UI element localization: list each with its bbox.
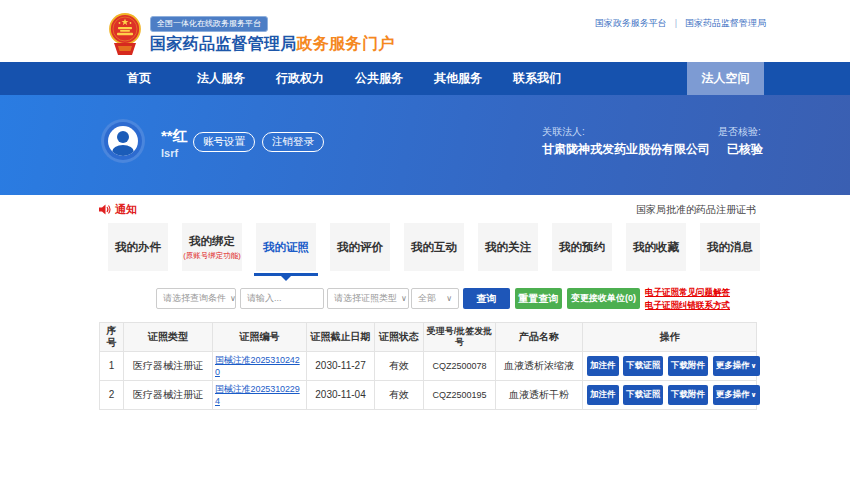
logout-button[interactable]: 注销登录 [262,132,324,152]
download-cert-button[interactable]: 下载证照 [623,356,663,376]
main-nav: 首页 法人服务 行政权力 公共服务 其他服务 联系我们 法人空间 [0,62,850,95]
col-product: 产品名称 [496,323,583,352]
more-actions-button[interactable]: 更多操作∨ [713,385,760,405]
search-button[interactable]: 查询 [463,288,510,309]
cell-index: 1 [100,352,124,381]
faq-link[interactable]: 电子证照常见问题解答 [645,286,765,299]
national-emblem-logo [108,13,142,57]
site-title-accent: 政务服务门户 [297,35,395,52]
chevron-down-icon: ∨ [751,362,757,369]
cell-product: 血液透析浓缩液 [496,352,583,381]
nav-item[interactable]: 公共服务 [355,70,403,87]
nav-item-legal-person-space[interactable]: 法人空间 [687,62,764,95]
cell-expiry: 2030-11-04 [307,381,375,410]
linked-entity-value: 甘肃陇神戎发药业股份有限公司 [542,141,710,158]
cell-index: 2 [100,381,124,410]
change-receiver-button[interactable]: 变更接收单位(0) [567,288,640,309]
link-nmpa[interactable]: 国家药品监督管理局 [685,18,766,28]
tab[interactable]: 我的关注 [478,223,538,271]
col-index: 序号 [100,323,124,352]
tab[interactable]: 我的互动 [404,223,464,271]
help-links: 电子证照常见问题解答 电子证照纠错联系方式 [645,286,765,312]
cell-type: 医疗器械注册证 [124,352,213,381]
nav-item[interactable]: 其他服务 [434,70,482,87]
download-cert-button[interactable]: 下载证照 [623,385,663,405]
user-id: lsrf [161,147,178,159]
more-actions-button[interactable]: 更多操作∨ [713,356,760,376]
annotate-button[interactable]: 加注件 [587,356,619,376]
tab[interactable]: 我的收藏 [626,223,686,271]
link-national-gov-platform[interactable]: 国家政务服务平台 [595,18,667,28]
tab[interactable]: 我的办件 [108,223,168,271]
col-acceptance: 受理号/批签发批号 [424,323,496,352]
brand-text: 全国一体化在线政务服务平台 国家药品监督管理局政务服务门户 [150,12,395,53]
cell-expiry: 2030-11-27 [307,352,375,381]
site-title: 国家药品监督管理局政务服务门户 [150,35,395,53]
query-condition-select[interactable]: 请选择查询条件∨ [156,288,236,309]
chevron-down-icon: ∨ [751,391,757,398]
brand: 全国一体化在线政务服务平台 国家药品监督管理局政务服务门户 [108,12,395,57]
username: **红 [161,127,188,146]
speaker-icon [99,204,111,215]
table-header-row: 序号 证照类型 证照编号 证照截止日期 证照状态 受理号/批签发批号 产品名称 … [100,323,757,352]
nav-item[interactable]: 联系我们 [513,70,561,87]
user-avatar [101,119,145,163]
annotate-button[interactable]: 加注件 [587,385,619,405]
table-row: 2 医疗器械注册证 国械注准20253102294 2030-11-04 有效 … [100,381,757,410]
cell-type: 医疗器械注册证 [124,381,213,410]
col-type: 证照类型 [124,323,213,352]
tab[interactable]: 我的预约 [552,223,612,271]
cell-product: 血液透析干粉 [496,381,583,410]
verify-status: 已核验 [727,141,763,158]
col-status: 证照状态 [375,323,424,352]
cell-acceptance: CQZ2500078 [424,352,496,381]
notice-row: 通知 国家局批准的药品注册证书 [99,202,756,218]
account-settings-button[interactable]: 账号设置 [193,132,255,152]
linked-entity-label: 关联法人: [542,125,585,139]
verify-label: 是否核验: [718,125,761,139]
col-expiry: 证照截止日期 [307,323,375,352]
cell-status: 有效 [375,352,424,381]
site-title-main: 国家药品监督管理局 [150,35,297,52]
reset-button[interactable]: 重置查询 [515,288,562,309]
cert-number-link[interactable]: 国械注准20253102294 [215,384,300,406]
cert-type-select[interactable]: 请选择证照类型∨ [327,288,409,309]
nav-item[interactable]: 法人服务 [197,70,245,87]
page: 全国一体化在线政务服务平台 国家药品监督管理局政务服务门户 国家政务服务平台|国… [0,0,850,480]
platform-badge: 全国一体化在线政务服务平台 [150,16,268,32]
chevron-down-icon: ∨ [401,294,407,303]
chevron-down-icon: ∨ [446,294,452,303]
person-icon [108,126,138,156]
user-banner: **红 lsrf 账号设置 注销登录 关联法人: 甘肃陇神戎发药业股份有限公司 … [0,95,850,195]
col-number: 证照编号 [213,323,307,352]
notice-label: 通知 [115,202,137,217]
tab[interactable]: 我的评价 [330,223,390,271]
cell-status: 有效 [375,381,424,410]
site-header: 全国一体化在线政务服务平台 国家药品监督管理局政务服务门户 国家政务服务平台|国… [0,0,850,62]
download-attachment-button[interactable]: 下载附件 [668,356,708,376]
my-tabs: 我的办件 我的绑定 (原账号绑定功能) 我的证照 我的评价 我的互动 我的关注 … [108,223,774,271]
keyword-input[interactable]: 请输入... [240,288,324,309]
certificates-table: 序号 证照类型 证照编号 证照截止日期 证照状态 受理号/批签发批号 产品名称 … [99,322,757,410]
table-row: 1 医疗器械注册证 国械注准20253102420 2030-11-27 有效 … [100,352,757,381]
tab[interactable]: 我的消息 [700,223,760,271]
cert-number-link[interactable]: 国械注准20253102420 [215,355,300,377]
download-attachment-button[interactable]: 下载附件 [668,385,708,405]
scope-select[interactable]: 全部∨ [411,288,459,309]
nav-item[interactable]: 首页 [127,70,151,87]
top-links: 国家政务服务平台 | 国家药品监督管理局 [595,17,766,30]
tab[interactable]: 我的绑定 (原账号绑定功能) [182,223,242,271]
contact-link[interactable]: 电子证照纠错联系方式 [645,299,765,312]
col-actions: 操作 [583,323,757,352]
cell-acceptance: CQZ2500195 [424,381,496,410]
notice-message[interactable]: 国家局批准的药品注册证书 [636,203,756,217]
nav-item[interactable]: 行政权力 [276,70,324,87]
top-links-separator: | [675,18,677,28]
tab[interactable]: 我的证照 [256,223,316,271]
chevron-down-icon: ∨ [230,294,236,303]
